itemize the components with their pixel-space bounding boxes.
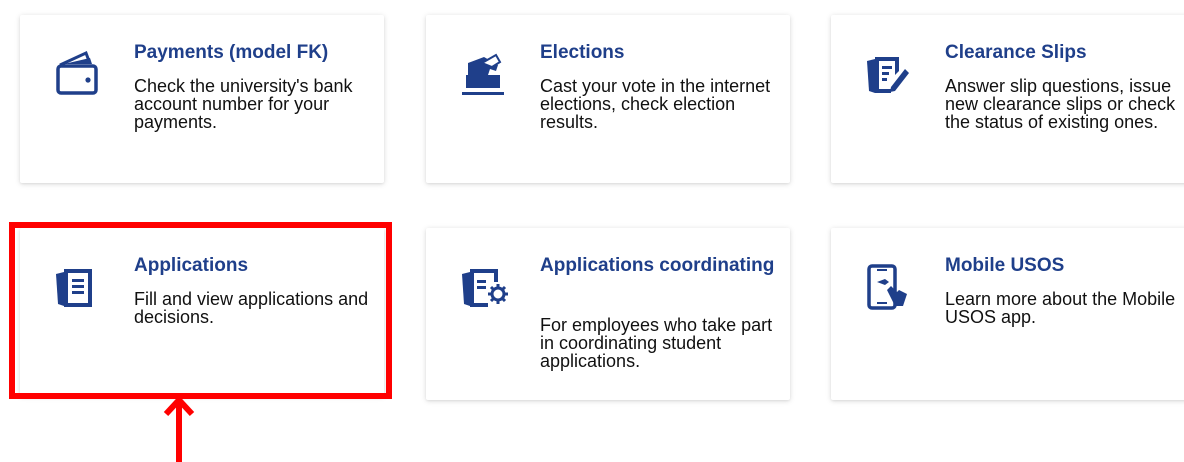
tile-description: For employees who take part in coordinat…	[540, 315, 773, 371]
tile-title[interactable]: Elections	[540, 41, 780, 64]
tile-payments[interactable]: Payments (model FK) Check the university…	[20, 15, 384, 183]
tile-title[interactable]: Mobile USOS	[945, 254, 1184, 277]
tile-description: Answer slip questions, issue new clearan…	[945, 76, 1176, 132]
document-stack-icon	[52, 262, 102, 312]
tile-description: Check the university's bank account numb…	[134, 76, 353, 132]
arrow-up-icon	[163, 396, 195, 462]
tile-title[interactable]: Payments (model FK)	[134, 41, 374, 64]
ballot-box-icon	[458, 49, 508, 99]
document-edit-icon	[863, 49, 913, 99]
tile-description: Learn more about the Mobile USOS app.	[945, 289, 1176, 327]
tile-elections[interactable]: Elections Cast your vote in the internet…	[426, 15, 790, 183]
document-gear-icon	[458, 262, 508, 312]
tile-title[interactable]: Clearance Slips	[945, 41, 1184, 64]
tile-title[interactable]: Applications	[134, 254, 374, 277]
tile-mobile-usos[interactable]: Mobile USOS Learn more about the Mobile …	[831, 228, 1184, 400]
mobile-phone-tap-icon	[863, 262, 913, 312]
tile-applications[interactable]: Applications Fill and view applications …	[20, 228, 384, 396]
tile-clearance-slips[interactable]: Clearance Slips Answer slip questions, i…	[831, 15, 1184, 183]
tile-description: Fill and view applications and decisions…	[134, 289, 369, 327]
tile-title[interactable]: Applications coordinating	[540, 254, 780, 277]
tile-applications-coordinating[interactable]: Applications coordinating For employees …	[426, 228, 790, 400]
applications-page: Payments (model FK) Check the university…	[0, 0, 1184, 462]
wallet-icon	[52, 49, 102, 99]
tile-description: Cast your vote in the internet elections…	[540, 76, 771, 132]
